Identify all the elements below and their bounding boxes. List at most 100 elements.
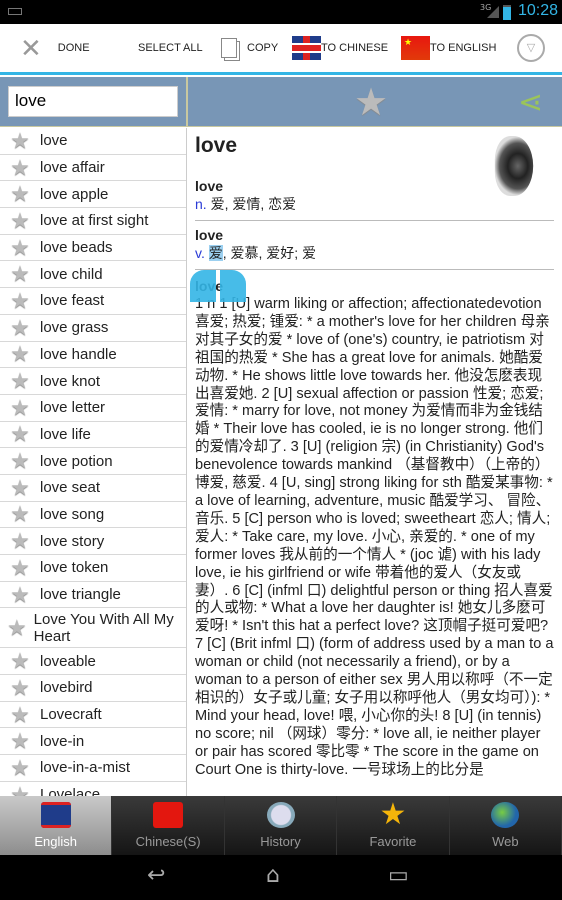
star-icon[interactable]: ★ — [0, 617, 34, 639]
clock-icon — [266, 802, 295, 828]
list-item-label: love beads — [40, 239, 113, 257]
share-icon[interactable]: ⋖ — [518, 85, 543, 120]
overflow-menu-button[interactable]: ▽ — [517, 24, 545, 72]
entry-verb: love v. 爱, 爱慕, 爱好; 爱 — [195, 221, 554, 270]
star-icon[interactable]: ★ — [0, 648, 40, 674]
list-item[interactable]: ★ Love You With All My Heart — [0, 608, 186, 649]
star-icon[interactable]: ★ — [0, 675, 40, 701]
star-icon[interactable]: ★ — [0, 261, 40, 287]
recent-apps-icon[interactable]: ▭ — [388, 863, 409, 888]
star-icon[interactable]: ★ — [0, 755, 40, 781]
list-item[interactable]: ★ love song — [0, 501, 186, 529]
tab-web[interactable]: Web — [449, 796, 562, 855]
list-item[interactable]: ★ Lovecraft — [0, 702, 186, 729]
tab-history[interactable]: History — [224, 796, 338, 855]
list-item[interactable]: ★ Lovelace — [0, 782, 186, 796]
tab-label: Favorite — [369, 834, 417, 849]
list-item[interactable]: ★ loveable — [0, 648, 186, 676]
star-icon[interactable]: ★ — [0, 475, 40, 501]
word-list[interactable]: ★ love ★ love affair ★ love apple ★ love at fir… — [0, 128, 187, 796]
list-item[interactable]: ★ love story — [0, 528, 186, 555]
star-icon[interactable]: ★ — [0, 155, 40, 181]
star-icon[interactable]: ★ — [0, 448, 40, 474]
list-item[interactable]: ★ love letter — [0, 395, 186, 422]
list-item-label: love feast — [40, 292, 105, 310]
star-icon[interactable]: ★ — [0, 315, 40, 341]
uk-flag-icon — [292, 36, 321, 60]
list-item-label: love — [40, 132, 68, 150]
list-item[interactable]: ★ love life — [0, 421, 186, 449]
back-icon[interactable]: ↩ — [147, 863, 165, 888]
star-icon[interactable]: ★ — [0, 528, 40, 554]
uk-flag-icon — [40, 802, 71, 828]
list-item[interactable]: ★ love grass — [0, 315, 186, 342]
close-icon: ✕ — [20, 32, 42, 63]
list-item-label: love apple — [40, 185, 109, 203]
list-item[interactable]: ★ love-in-a-mist — [0, 755, 186, 782]
select-all-button[interactable]: SELECT ALL — [138, 24, 203, 72]
list-item[interactable]: ★ love token — [0, 555, 186, 582]
star-icon[interactable]: ★ — [0, 181, 40, 207]
tab-label: English — [34, 834, 78, 849]
to-english-button[interactable]: ★ TO ENGLISH — [401, 24, 496, 72]
selection-handle-left[interactable] — [190, 270, 216, 302]
list-item[interactable]: ★ love handle — [0, 341, 186, 369]
star-icon[interactable]: ★ — [0, 728, 40, 754]
tab-english[interactable]: English — [0, 796, 113, 855]
star-icon[interactable]: ★ — [0, 368, 40, 394]
list-item-label: love letter — [40, 399, 106, 417]
star-icon[interactable]: ★ — [0, 128, 40, 154]
list-item-label: love handle — [40, 345, 117, 363]
to-chinese-button[interactable]: TO CHINESE — [292, 24, 388, 72]
speaker-icon[interactable] — [494, 136, 534, 196]
star-icon: ★ — [379, 798, 407, 831]
done-button[interactable]: ✕ DONE — [20, 24, 90, 72]
star-icon[interactable]: ★ — [0, 341, 40, 367]
signal-icon — [487, 6, 499, 18]
favorite-star-button[interactable]: ★ — [354, 80, 388, 124]
list-item[interactable]: ★ love knot — [0, 368, 186, 395]
star-icon[interactable]: ★ — [0, 208, 40, 234]
list-item[interactable]: ★ love child — [0, 261, 186, 289]
star-icon[interactable]: ★ — [0, 395, 40, 421]
china-flag-icon: ★ — [401, 36, 430, 60]
list-item-label: Love You With All My Heart — [33, 610, 174, 645]
search-input[interactable]: love — [8, 86, 178, 117]
definition-panel: love love n. 爱, 爱情, 恋爱 love v. 爱, 爱慕, 爱好… — [188, 128, 562, 796]
list-item[interactable]: ★ love beads — [0, 235, 186, 262]
list-item-label: love grass — [40, 319, 109, 337]
copy-icon — [221, 38, 237, 58]
battery-icon — [503, 5, 511, 20]
star-icon[interactable]: ★ — [0, 702, 40, 728]
list-item[interactable]: ★ love at first sight — [0, 208, 186, 235]
star-icon[interactable]: ★ — [0, 235, 40, 261]
list-item[interactable]: ★ lovebird — [0, 675, 186, 702]
list-item[interactable]: ★ love-in — [0, 728, 186, 756]
list-item[interactable]: ★ love affair — [0, 155, 186, 182]
star-icon[interactable]: ★ — [0, 555, 40, 581]
list-item[interactable]: ★ love seat — [0, 475, 186, 502]
tab-chineses[interactable]: Chinese(S) — [112, 796, 225, 855]
home-icon[interactable]: ⌂ — [266, 863, 280, 888]
globe-icon — [491, 802, 520, 828]
star-icon[interactable]: ★ — [0, 501, 40, 527]
selection-handle-right[interactable] — [220, 270, 246, 302]
selected-text[interactable]: 爱 — [208, 245, 223, 261]
list-item[interactable]: ★ love feast — [0, 288, 186, 315]
copy-button[interactable]: COPY — [221, 24, 278, 72]
list-item[interactable]: ★ love triangle — [0, 582, 186, 609]
select-all-label: SELECT ALL — [138, 42, 203, 54]
star-icon[interactable]: ★ — [0, 421, 40, 447]
tab-favorite[interactable]: ★ Favorite — [337, 796, 450, 855]
part-of-speech: n. — [195, 196, 207, 212]
list-item[interactable]: ★ love potion — [0, 448, 186, 475]
list-item[interactable]: ★ love — [0, 128, 186, 155]
keyboard-icon — [8, 8, 22, 15]
star-icon[interactable]: ★ — [0, 782, 40, 796]
list-item-label: lovebird — [40, 679, 93, 697]
star-icon[interactable]: ★ — [0, 582, 40, 608]
star-icon[interactable]: ★ — [0, 288, 40, 314]
list-item-label: love affair — [40, 159, 105, 177]
status-bar: 3G 10:28 — [0, 0, 562, 24]
list-item[interactable]: ★ love apple — [0, 181, 186, 209]
